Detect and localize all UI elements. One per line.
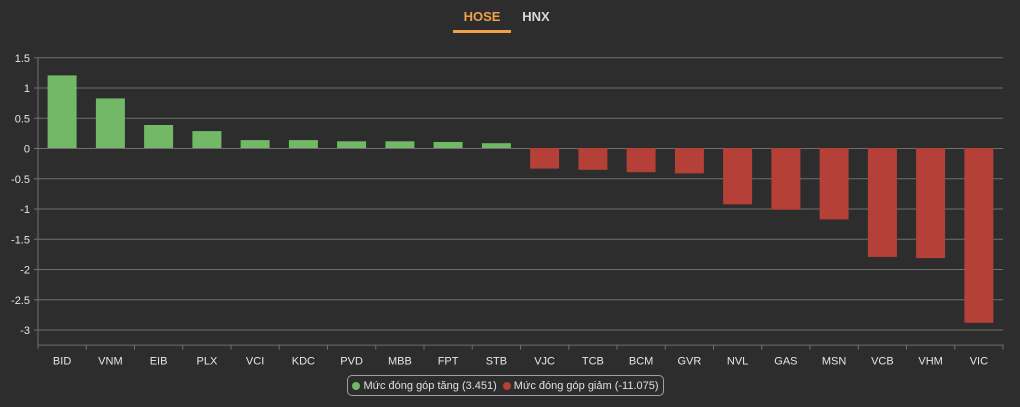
legend-item-decrease[interactable]: Mức đóng góp giảm (-11.075): [502, 379, 659, 392]
bar-eib: [144, 125, 174, 148]
x-axis-ticks: BID VNM EIB PLX VCI KDC PVD MBB FPT STB VJC TCB BCM G…: [53, 344, 1004, 368]
bar-vjc: [530, 148, 560, 169]
y-tick-label: -3: [20, 325, 30, 337]
x-tick-label: GVR: [677, 356, 701, 368]
contribution-bar-chart: 1.5 1 0.5 0 -0.5 -1 -1.5 -2 -2.5 -3 BID VNM EIB PLX V…: [11, 53, 1004, 368]
bar-vic: [964, 148, 994, 323]
bar-nvl: [723, 148, 753, 205]
y-tick-label: -2.5: [11, 295, 30, 307]
y-tick-label: 0.5: [15, 113, 30, 125]
bar-msn: [819, 148, 849, 220]
bar-vcb: [867, 148, 897, 257]
decrease-dot-icon: [502, 381, 511, 390]
x-tick-label: GAS: [774, 356, 797, 368]
bar-bcm: [626, 148, 656, 173]
y-tick-label: 1.5: [15, 53, 30, 65]
y-tick-label: -2: [20, 265, 30, 277]
tab-hnx[interactable]: HNX: [516, 9, 556, 24]
x-tick-label: TCB: [582, 356, 604, 368]
x-tick-label: VNM: [98, 356, 122, 368]
chart-legend: Mức đóng góp tăng (3.451) Mức đóng góp g…: [347, 375, 664, 396]
bar-bid: [47, 75, 77, 148]
x-tick-label: EIB: [150, 356, 168, 368]
y-tick-label: -0.5: [11, 174, 30, 186]
x-tick-label: BCM: [629, 356, 653, 368]
x-tick-label: VCB: [871, 356, 894, 368]
bar-tcb: [578, 148, 608, 170]
y-tick-label: 1: [24, 83, 30, 95]
y-tick-label: -1.5: [11, 234, 30, 246]
x-tick-label: VHM: [918, 356, 942, 368]
legend-label-decrease: Mức đóng góp giảm (-11.075): [513, 379, 659, 392]
x-tick-label: VIC: [970, 356, 988, 368]
x-tick-label: VCI: [246, 356, 264, 368]
x-tick-label: MBB: [388, 356, 412, 368]
bar-fpt: [433, 142, 463, 149]
increase-dot-icon: [352, 381, 361, 390]
legend-label-increase: Mức đóng góp tăng (3.451): [363, 379, 497, 392]
y-tick-label: 0: [24, 144, 30, 156]
tab-hose[interactable]: HOSE: [454, 9, 510, 24]
bar-vhm: [916, 148, 946, 259]
x-tick-label: NVL: [727, 356, 748, 368]
x-tick-label: MSN: [822, 356, 847, 368]
grid-lines: [34, 57, 1003, 349]
x-tick-label: PVD: [340, 356, 363, 368]
bars: [47, 75, 994, 323]
bar-gvr: [674, 148, 704, 174]
x-tick-label: STB: [486, 356, 507, 368]
legend-item-increase[interactable]: Mức đóng góp tăng (3.451): [352, 379, 497, 392]
x-tick-label: FPT: [438, 356, 459, 368]
y-tick-label: -1: [20, 204, 30, 216]
active-tab-indicator: [453, 30, 511, 33]
bar-vci: [240, 140, 270, 148]
bar-vnm: [95, 98, 125, 148]
bar-stb: [481, 143, 511, 148]
x-tick-label: BID: [53, 356, 71, 368]
bar-mbb: [385, 141, 415, 148]
x-tick-label: KDC: [292, 356, 315, 368]
bar-kdc: [288, 140, 318, 148]
bar-pvd: [337, 141, 367, 148]
bar-gas: [771, 148, 801, 210]
x-tick-label: PLX: [197, 356, 218, 368]
y-axis-ticks: 1.5 1 0.5 0 -0.5 -1 -1.5 -2 -2.5 -3: [11, 53, 30, 337]
bar-plx: [192, 131, 222, 148]
x-tick-label: VJC: [534, 356, 555, 368]
exchange-tabs: HOSE HNX: [0, 0, 1020, 36]
